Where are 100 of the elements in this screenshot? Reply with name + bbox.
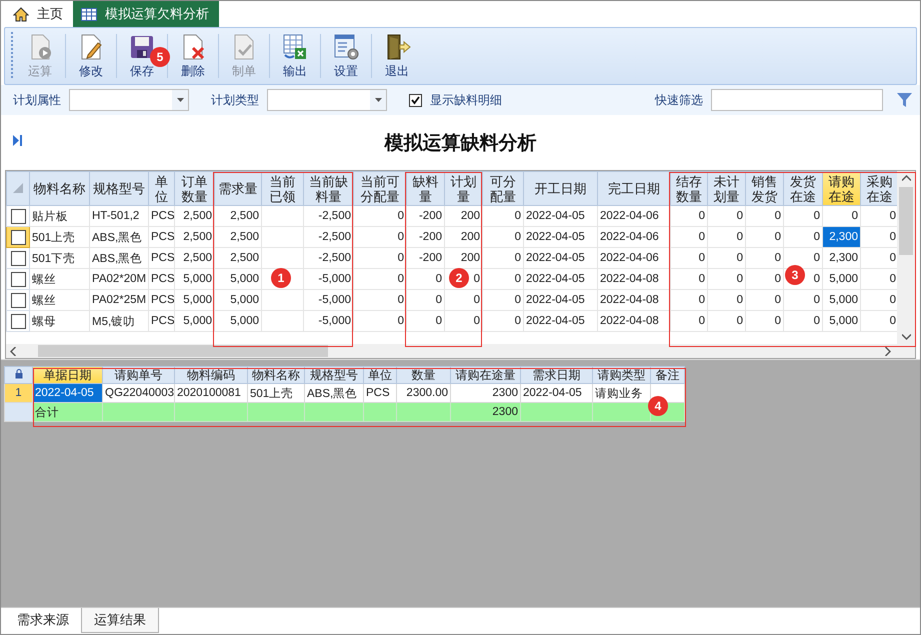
- toolbar-button[interactable]: 输出: [272, 30, 318, 82]
- table-cell: 2022-04-05: [524, 310, 598, 332]
- column-header[interactable]: 物料编码: [174, 366, 248, 384]
- column-header[interactable]: 需求量: [214, 172, 262, 206]
- tab[interactable]: 运算结果: [81, 608, 159, 633]
- table-cell: 0: [670, 290, 708, 310]
- dropdown-field[interactable]: [69, 89, 189, 111]
- table-cell: 2022-04-05: [32, 384, 102, 402]
- column-header[interactable]: 完工日期: [598, 172, 670, 206]
- column-header[interactable]: 单据日期: [32, 366, 102, 384]
- table-cell: 0: [746, 268, 784, 290]
- checkbox[interactable]: [409, 94, 422, 106]
- table-cell: 5,000: [174, 310, 214, 332]
- table-cell: 2300: [450, 384, 520, 402]
- horizontal-scrollbar[interactable]: [6, 344, 915, 358]
- column-header[interactable]: 数量: [396, 366, 450, 384]
- quick-filter-field[interactable]: [711, 89, 883, 111]
- scroll-down-icon[interactable]: [902, 334, 910, 340]
- checkbox[interactable]: [10, 208, 26, 224]
- scroll-thumb[interactable]: [899, 187, 913, 255]
- checkbox[interactable]: [10, 250, 26, 266]
- caret-icon: [374, 98, 382, 102]
- table-cell: -5,000: [304, 290, 354, 310]
- column-header[interactable]: 当前缺料量: [304, 172, 354, 206]
- column-header[interactable]: 缺料量: [406, 172, 444, 206]
- table-cell: 5,000: [174, 290, 214, 310]
- column-header[interactable]: 当前已领: [262, 172, 304, 206]
- table-cell: 2,500: [214, 248, 262, 268]
- column-header[interactable]: 采购在途: [860, 172, 898, 206]
- checkbox[interactable]: [10, 292, 26, 308]
- table-cell: 0: [482, 310, 524, 332]
- table-cell: 2022-04-06: [598, 248, 670, 268]
- column-header[interactable]: 物料名称: [30, 172, 90, 206]
- column-header[interactable]: 可分配量: [482, 172, 524, 206]
- table-cell: 0: [406, 268, 444, 290]
- table-cell: 0: [708, 248, 746, 268]
- table-cell: 2022-04-05: [524, 206, 598, 226]
- scroll-up-icon[interactable]: [902, 175, 910, 181]
- table-cell: 0: [670, 310, 708, 332]
- vertical-scrollbar[interactable]: [897, 171, 915, 344]
- export-icon: [281, 32, 309, 60]
- table-cell: 0: [354, 206, 406, 226]
- row-header[interactable]: [6, 290, 30, 310]
- table-cell: 贴片板: [30, 206, 90, 226]
- table-cell: 2022-04-08: [598, 268, 670, 290]
- row-header[interactable]: [6, 268, 30, 290]
- table-cell: HT-501,2: [90, 206, 148, 226]
- column-header[interactable]: 请购类型: [592, 366, 650, 384]
- row-header[interactable]: [6, 248, 30, 268]
- toolbar-button[interactable]: 设置: [323, 30, 369, 82]
- table-cell: 0: [708, 226, 746, 248]
- column-header[interactable]: 发货在途: [784, 172, 822, 206]
- table-cell: 0: [482, 268, 524, 290]
- table-cell: 5,000: [214, 310, 262, 332]
- toolbar-button[interactable]: 退出: [374, 30, 420, 82]
- table-cell: 0: [354, 310, 406, 332]
- column-header[interactable]: 销售发货: [746, 172, 784, 206]
- column-header[interactable]: 当前可分配量: [354, 172, 406, 206]
- checkbox[interactable]: [10, 230, 26, 244]
- column-header[interactable]: 单位: [364, 366, 396, 384]
- row-header[interactable]: [6, 226, 30, 248]
- column-header[interactable]: 订单数量: [174, 172, 214, 206]
- column-header[interactable]: 物料名称: [248, 366, 304, 384]
- column-header[interactable]: 开工日期: [524, 172, 598, 206]
- table-cell: -200: [406, 248, 444, 268]
- toolbar-button[interactable]: 修改: [68, 30, 114, 82]
- table-cell: 501下壳: [30, 248, 90, 268]
- column-header[interactable]: 未计划量: [708, 172, 746, 206]
- row-header[interactable]: [6, 310, 30, 332]
- column-header[interactable]: 计划量: [444, 172, 482, 206]
- column-header[interactable]: 请购在途: [822, 172, 860, 206]
- field-label: 计划属性: [13, 92, 61, 108]
- row-number[interactable]: 1: [4, 384, 32, 402]
- row-header[interactable]: [6, 206, 30, 226]
- column-header[interactable]: 结存数量: [670, 172, 708, 206]
- toolbar-button[interactable]: 删除: [170, 30, 216, 82]
- table-icon: [81, 8, 97, 20]
- table-cell: -200: [406, 226, 444, 248]
- table-cell: 200: [444, 226, 482, 248]
- checkbox[interactable]: [10, 314, 26, 328]
- table-cell: 螺丝: [30, 268, 90, 290]
- dropdown-field[interactable]: [267, 89, 387, 111]
- column-header[interactable]: 需求日期: [520, 366, 592, 384]
- column-header[interactable]: 单位: [148, 172, 174, 206]
- expand-icon[interactable]: [13, 135, 22, 146]
- column-header[interactable]: 规格型号: [90, 172, 148, 206]
- scroll-right-icon[interactable]: [885, 346, 891, 356]
- filter-icon[interactable]: [897, 93, 912, 107]
- table-cell: 0: [746, 248, 784, 268]
- column-header[interactable]: 规格型号: [304, 366, 364, 384]
- column-header[interactable]: 备注: [650, 366, 684, 384]
- column-header[interactable]: 请购在途量: [450, 366, 520, 384]
- scroll-left-icon[interactable]: [10, 346, 16, 356]
- scroll-thumb[interactable]: [38, 345, 328, 357]
- column-header[interactable]: 请购单号: [102, 366, 174, 384]
- table-cell: 螺母: [30, 310, 90, 332]
- table-cell: 0: [670, 226, 708, 248]
- checkbox[interactable]: [10, 272, 26, 286]
- table-cell: 0: [482, 290, 524, 310]
- tab[interactable]: 模拟运算欠料分析: [73, 1, 219, 27]
